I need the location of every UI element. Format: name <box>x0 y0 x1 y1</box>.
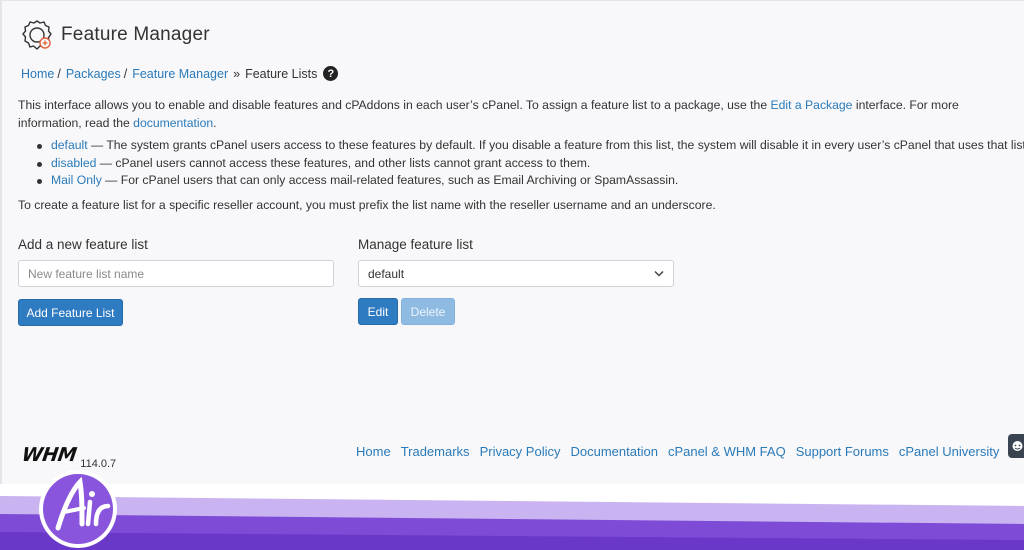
list-item-description: — The system grants cPanel users access … <box>87 138 1024 152</box>
page-header: Feature Manager <box>20 17 210 53</box>
air-logo <box>39 470 117 548</box>
list-item: Mail Only — For cPanel users that can on… <box>34 172 1024 190</box>
footer-links: Home Trademarks Privacy Policy Documenta… <box>356 444 1009 459</box>
brand-banner <box>0 484 1024 550</box>
footer-link-cpanel-university[interactable]: cPanel University <box>899 444 999 459</box>
chat-button[interactable] <box>1008 434 1024 458</box>
default-lists: default — The system grants cPanel users… <box>34 137 1024 190</box>
footer-link-faq[interactable]: cPanel & WHM FAQ <box>668 444 786 459</box>
chevron-down-icon <box>654 270 664 277</box>
whm-interface: Feature Manager Home / Packages / Featur… <box>0 0 1024 484</box>
list-item-description: — For cPanel users that can only access … <box>101 173 679 187</box>
breadcrumb: Home / Packages / Feature Manager » Feat… <box>21 66 339 81</box>
breadcrumb-home[interactable]: Home <box>21 67 54 81</box>
list-item: default — The system grants cPanel users… <box>34 137 1024 155</box>
whm-logo-text: WHM <box>20 444 78 466</box>
feature-list-name-input[interactable] <box>18 260 334 287</box>
breadcrumb-packages[interactable]: Packages <box>66 67 121 81</box>
feature-list-select[interactable]: default <box>358 260 674 287</box>
breadcrumb-separator: / <box>57 66 61 81</box>
intro-text-part: This interface allows you to enable and … <box>18 98 771 112</box>
intro-text-part: . <box>213 115 217 130</box>
breadcrumb-chevron: » <box>233 66 241 81</box>
add-feature-list-button[interactable]: Add Feature List <box>18 299 123 326</box>
manage-feature-list-heading: Manage feature list <box>358 237 473 252</box>
default-list-link[interactable]: default <box>51 138 88 152</box>
whm-logo: WHM 114.0.7 <box>20 444 116 470</box>
selected-feature-list: default <box>368 266 405 281</box>
footer-link-support-forums[interactable]: Support Forums <box>796 444 889 459</box>
reseller-prefix-note: To create a feature list for a specific … <box>18 198 716 212</box>
edit-package-link[interactable]: Edit a Package <box>770 98 852 112</box>
delete-button[interactable]: Delete <box>401 298 455 325</box>
question-circle-icon[interactable]: ? <box>323 66 339 81</box>
chat-bubble-icon <box>1012 440 1022 451</box>
footer-link-documentation[interactable]: Documentation <box>570 444 657 459</box>
footer-link-trademarks[interactable]: Trademarks <box>401 444 470 459</box>
breadcrumb-current: Feature Lists <box>245 66 318 81</box>
intro-text: This interface allows you to enable and … <box>18 97 1010 132</box>
disabled-list-link[interactable]: disabled <box>51 156 96 170</box>
breadcrumb-separator: / <box>123 66 128 81</box>
list-item: disabled — cPanel users cannot access th… <box>34 155 1024 173</box>
feature-manager-gear-icon <box>22 20 52 50</box>
footer-link-privacy-policy[interactable]: Privacy Policy <box>480 444 561 459</box>
footer-link-home[interactable]: Home <box>356 444 391 459</box>
breadcrumb-feature-manager[interactable]: Feature Manager <box>132 67 228 81</box>
list-item-description: — cPanel users cannot access these featu… <box>96 155 591 170</box>
mail-only-list-link[interactable]: Mail Only <box>51 173 102 187</box>
add-feature-list-heading: Add a new feature list <box>18 237 148 252</box>
documentation-link[interactable]: documentation <box>133 116 213 130</box>
page-title: Feature Manager <box>61 24 210 45</box>
edit-button[interactable]: Edit <box>358 298 398 325</box>
